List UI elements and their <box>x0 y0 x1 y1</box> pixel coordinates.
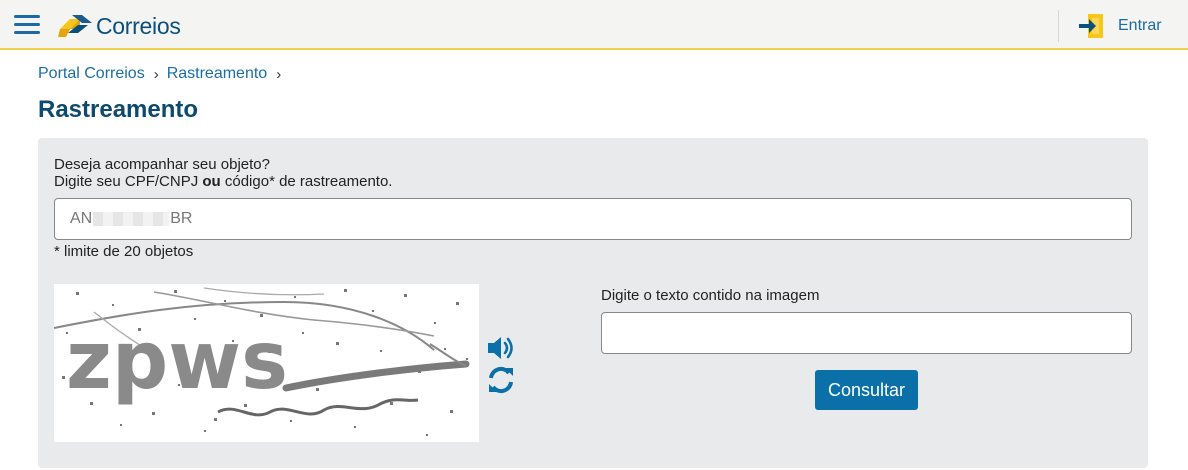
tracking-code-suffix: BR <box>170 210 193 227</box>
intro-line-1: Deseja acompanhar seu objeto? <box>54 156 270 173</box>
tracking-form-panel: Deseja acompanhar seu objeto? Digite seu… <box>38 138 1148 468</box>
intro-line-2: Digite seu CPF/CNPJ ou código* de rastre… <box>54 173 392 190</box>
tracking-code-prefix: AN <box>70 210 93 227</box>
hamburger-menu-icon[interactable] <box>14 15 40 35</box>
tracking-code-masked <box>93 212 170 226</box>
intro-line-2-prefix: Digite seu CPF/CNPJ <box>54 173 203 190</box>
speaker-audio-icon <box>488 337 513 359</box>
limit-note: * limite de 20 objetos <box>54 243 194 260</box>
login-button[interactable]: Entrar <box>1078 12 1162 40</box>
logo-text: Correios <box>96 12 181 39</box>
refresh-icon <box>489 366 513 394</box>
sign-in-icon <box>1079 14 1103 38</box>
breadcrumb-link-rastreamento[interactable]: Rastreamento <box>167 65 268 83</box>
form-intro: Deseja acompanhar seu objeto? Digite seu… <box>54 156 392 190</box>
intro-line-2-bold: ou <box>202 173 221 190</box>
header-divider <box>1058 10 1059 42</box>
captcha-text-input[interactable] <box>601 312 1132 354</box>
page-title: Rastreamento <box>38 96 199 123</box>
correios-logo[interactable]: Correios <box>58 11 181 41</box>
correios-logo-icon <box>58 15 92 37</box>
breadcrumb-separator: › <box>153 65 159 83</box>
intro-line-2-suffix: código* de rastreamento. <box>220 173 393 190</box>
tracking-code-input[interactable]: AN BR <box>54 198 1132 240</box>
top-navigation-bar: Correios Entrar <box>0 0 1188 50</box>
captcha-input-label: Digite o texto contido na imagem <box>601 287 820 304</box>
captcha-image: zpws <box>54 284 479 442</box>
breadcrumb: Portal Correios › Rastreamento › <box>38 65 289 83</box>
breadcrumb-link-portal[interactable]: Portal Correios <box>38 65 145 83</box>
audio-captcha-button[interactable] <box>486 334 518 362</box>
breadcrumb-separator: › <box>276 65 282 83</box>
consultar-button[interactable]: Consultar <box>815 370 918 410</box>
login-label: Entrar <box>1118 17 1162 34</box>
captcha-text: zpws <box>66 314 288 407</box>
refresh-captcha-button[interactable] <box>486 365 516 395</box>
